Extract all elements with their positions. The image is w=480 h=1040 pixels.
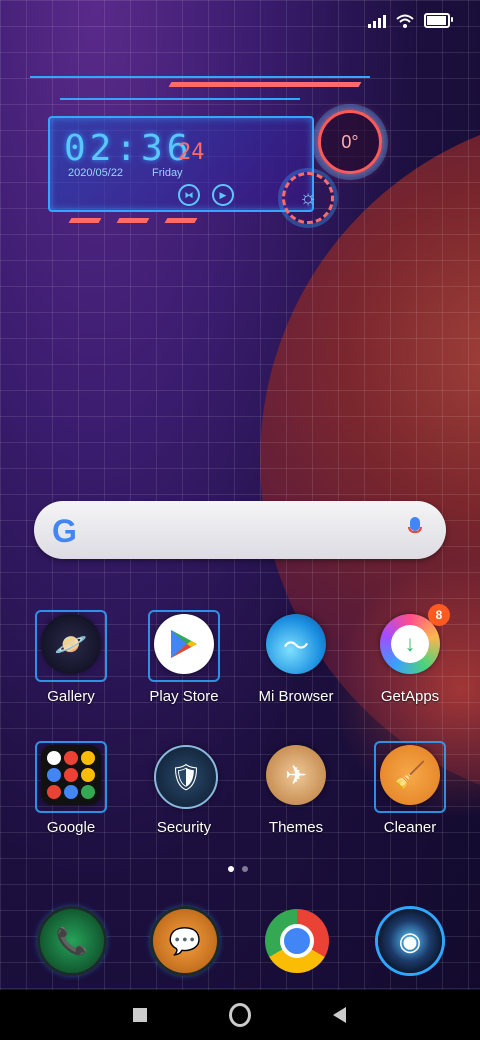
hud-line (30, 76, 370, 78)
shuffle-icon[interactable]: ⧓ (178, 184, 200, 206)
dock-camera[interactable]: ◉ (375, 906, 445, 976)
temperature-dial[interactable]: 0° (318, 110, 382, 174)
wave-icon: 〜 (266, 614, 326, 674)
page-dot (242, 866, 248, 872)
app-label: Themes (268, 819, 324, 836)
app-security[interactable]: 🛡 Security (130, 743, 238, 836)
app-label: Cleaner (383, 819, 437, 836)
chat-icon: 💬 (153, 909, 217, 973)
dock-chrome[interactable] (262, 906, 332, 976)
shield-icon: 🛡 (154, 745, 218, 809)
app-gallery[interactable]: 🪐 Gallery (17, 610, 125, 705)
app-label: Mi Browser (258, 688, 334, 705)
page-indicator (228, 866, 248, 872)
status-bar (0, 0, 480, 40)
temperature-value: 0° (341, 131, 359, 152)
hud-bar (116, 218, 150, 223)
hud-bar (164, 218, 198, 223)
clock-widget[interactable]: 02:36 24 2020/05/22 Friday ⧓ ▶ 0° ☼ (20, 68, 400, 228)
chrome-icon (265, 909, 329, 973)
app-getapps[interactable]: ↓ 8 GetApps (356, 604, 464, 705)
clock-seconds: 24 (178, 140, 205, 165)
google-search-bar[interactable]: G (34, 501, 446, 559)
mic-icon[interactable] (408, 517, 422, 537)
battery-icon (424, 13, 453, 28)
dock-messages[interactable]: 💬 (150, 906, 220, 976)
app-label: GetApps (380, 688, 440, 705)
app-label: Google (46, 819, 96, 836)
airplane-icon: ✈ (266, 745, 326, 805)
page-dot-active (228, 866, 234, 872)
camera-icon: ◉ (378, 909, 442, 973)
app-play-store[interactable]: Play Store (130, 610, 238, 705)
google-logo: G (52, 513, 77, 549)
wifi-icon (396, 14, 414, 28)
folder-google[interactable]: Google (17, 741, 125, 836)
app-label: Security (156, 819, 212, 836)
app-cleaner[interactable]: 🧹 Cleaner (356, 741, 464, 836)
clock-date: 2020/05/22 (68, 167, 124, 179)
navigation-bar (0, 990, 480, 1040)
hud-line (60, 98, 300, 100)
clock-weekday: Friday (152, 167, 183, 179)
phone-icon: 📞 (40, 909, 104, 973)
dock-phone[interactable]: 📞 (37, 906, 107, 976)
sun-icon[interactable]: ☼ (282, 172, 334, 224)
play-icon[interactable]: ▶ (212, 184, 234, 206)
hud-bar (168, 82, 362, 87)
signal-icon (368, 14, 386, 28)
app-themes[interactable]: ✈ Themes (242, 743, 350, 836)
app-label: Play Store (149, 688, 219, 705)
home-icon[interactable] (229, 1003, 251, 1027)
recents-icon[interactable] (129, 1004, 151, 1026)
back-icon[interactable] (328, 1004, 350, 1026)
notification-badge: 8 (428, 604, 450, 626)
app-mi-browser[interactable]: 〜 Mi Browser (242, 612, 350, 705)
hud-bar (68, 218, 102, 223)
clock-time: 02:36 (64, 128, 193, 169)
app-label: Gallery (47, 688, 95, 705)
